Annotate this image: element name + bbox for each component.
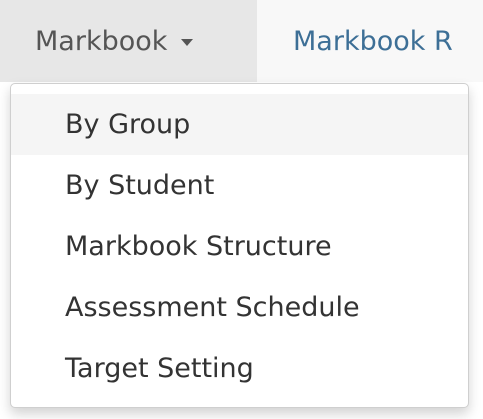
menu-item-target-setting[interactable]: Target Setting <box>11 338 468 399</box>
menu-item-by-group[interactable]: By Group <box>11 94 468 155</box>
menu-item-label: Target Setting <box>65 353 254 384</box>
menu-item-label: By Group <box>65 109 191 140</box>
markbook-reports-link[interactable]: Markbook R <box>257 0 453 82</box>
markbook-menu-label: Markbook <box>35 25 168 57</box>
top-navbar: Markbook Markbook R <box>0 0 483 82</box>
menu-item-label: Markbook Structure <box>65 231 332 262</box>
caret-down-icon <box>181 39 194 46</box>
menu-item-by-student[interactable]: By Student <box>11 155 468 216</box>
menu-item-assessment-schedule[interactable]: Assessment Schedule <box>11 277 468 338</box>
page: Markbook Markbook R By Group By Student … <box>0 0 483 419</box>
menu-item-label: By Student <box>65 170 215 201</box>
menu-item-markbook-structure[interactable]: Markbook Structure <box>11 216 468 277</box>
markbook-dropdown-menu: By Group By Student Markbook Structure A… <box>10 83 469 408</box>
markbook-reports-label: Markbook R <box>293 25 453 57</box>
menu-item-label: Assessment Schedule <box>65 292 360 323</box>
markbook-menu-toggle[interactable]: Markbook <box>0 0 257 82</box>
